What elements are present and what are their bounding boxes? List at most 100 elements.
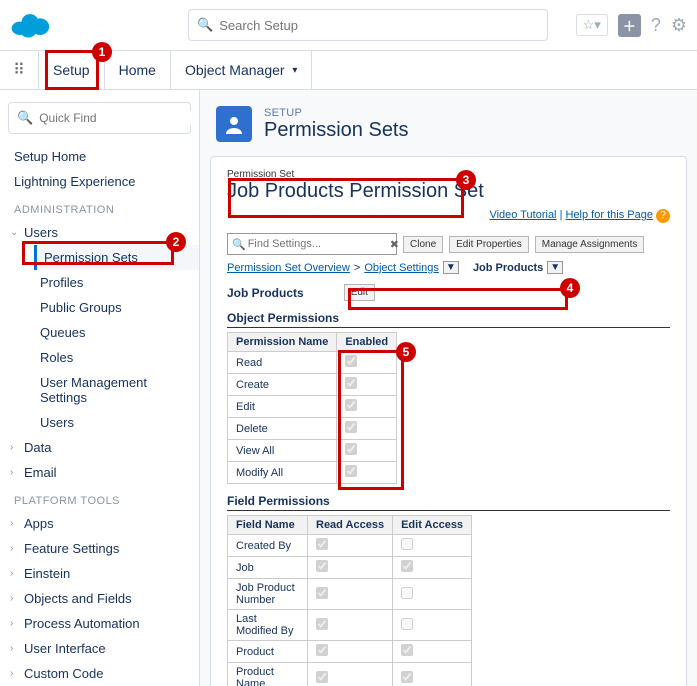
tab-home[interactable]: Home: [105, 51, 171, 89]
page-banner: SETUP Permission Sets: [200, 90, 697, 156]
table-row: Job Product Number: [228, 579, 472, 610]
checkbox: [345, 377, 357, 389]
col-read: Read Access: [308, 516, 393, 535]
checkbox: [345, 421, 357, 433]
tab-object-manager[interactable]: Object Manager ▾: [171, 51, 312, 89]
crumb-overview[interactable]: Permission Set Overview: [227, 262, 350, 274]
tab-setup[interactable]: Setup: [38, 51, 105, 89]
sidebar-lightning[interactable]: Lightning Experience: [0, 169, 199, 194]
checkbox: [401, 587, 413, 599]
crumb-object-settings[interactable]: Object Settings: [364, 262, 439, 274]
col-field-name: Field Name: [228, 516, 308, 535]
salesforce-logo-icon: [10, 11, 50, 39]
chevron-right-icon: ›: [10, 593, 24, 604]
checkbox: [401, 671, 413, 683]
add-icon[interactable]: ＋: [618, 14, 641, 37]
checkbox: [316, 644, 328, 656]
checkbox: [345, 443, 357, 455]
page-kicker: SETUP: [264, 107, 409, 119]
chevron-right-icon: ›: [10, 618, 24, 629]
sidebar-item-queues[interactable]: Queues: [34, 320, 199, 345]
checkbox: [401, 644, 413, 656]
sidebar-item-roles[interactable]: Roles: [34, 345, 199, 370]
record-type-label: Permission Set: [227, 169, 670, 180]
table-row: View All: [228, 440, 397, 462]
table-row: Job: [228, 557, 472, 579]
clone-button[interactable]: Clone: [403, 236, 443, 253]
sidebar-item-users-sub[interactable]: Users: [34, 410, 199, 435]
chevron-right-icon: ›: [10, 442, 24, 453]
checkbox: [316, 560, 328, 572]
edit-properties-button[interactable]: Edit Properties: [449, 236, 529, 253]
checkbox: [345, 355, 357, 367]
chevron-down-icon: ▾: [292, 65, 297, 76]
help-page-link[interactable]: Help for this Page: [566, 209, 653, 221]
setup-sidebar: 🔍 Setup Home Lightning Experience ADMINI…: [0, 90, 200, 686]
object-permissions-table: Permission NameEnabled ReadCreateEditDel…: [227, 332, 397, 484]
find-settings-input[interactable]: [248, 238, 390, 250]
quick-find[interactable]: 🔍: [8, 102, 191, 134]
chevron-right-icon: ›: [10, 668, 24, 679]
object-dropdown[interactable]: ▼: [547, 261, 563, 274]
chevron-right-icon: ›: [10, 568, 24, 579]
detail-panel: Permission Set Job Products Permission S…: [210, 156, 687, 686]
sidebar-setup-home[interactable]: Setup Home: [0, 144, 199, 169]
help-icon[interactable]: ?: [656, 209, 670, 223]
table-row: Product: [228, 641, 472, 663]
sidebar-item-data[interactable]: ›Data: [0, 435, 199, 460]
gear-icon[interactable]: ⚙: [671, 15, 687, 36]
search-icon: 🔍: [232, 238, 246, 251]
edit-button[interactable]: Edit: [344, 284, 375, 301]
sidebar-item-objects-and-fields[interactable]: ›Objects and Fields: [0, 586, 199, 611]
app-launcher-icon[interactable]: ⠿: [0, 51, 38, 89]
crumb-object: Job Products: [473, 262, 543, 274]
record-name: Job Products Permission Set: [227, 180, 670, 203]
sidebar-item-users[interactable]: ⌄Users: [0, 220, 199, 245]
video-tutorial-link[interactable]: Video Tutorial: [489, 209, 556, 221]
sidebar-item-feature-settings[interactable]: ›Feature Settings: [0, 536, 199, 561]
manage-assignments-button[interactable]: Manage Assignments: [535, 236, 645, 253]
object-heading: Job Products: [227, 286, 304, 300]
sidebar-item-custom-code[interactable]: ›Custom Code: [0, 661, 199, 686]
search-icon: 🔍: [17, 110, 33, 126]
sidebar-item-einstein[interactable]: ›Einstein: [0, 561, 199, 586]
checkbox: [316, 538, 328, 550]
breadcrumb: Permission Set Overview > Object Setting…: [227, 261, 670, 274]
sidebar-admin-header: ADMINISTRATION: [0, 194, 199, 220]
find-settings[interactable]: 🔍 ✖: [227, 233, 397, 255]
sidebar-item-email[interactable]: ›Email: [0, 460, 199, 485]
sidebar-item-process-automation[interactable]: ›Process Automation: [0, 611, 199, 636]
chevron-down-icon: ⌄: [10, 227, 24, 238]
sidebar-item-permission-sets[interactable]: Permission Sets: [34, 245, 199, 270]
favorites-icon[interactable]: ☆▾: [576, 14, 608, 36]
checkbox: [316, 618, 328, 630]
help-links: Video Tutorial | Help for this Page ?: [227, 209, 670, 223]
field-permissions-header: Field Permissions: [227, 494, 670, 511]
chevron-right-icon: ›: [10, 518, 24, 529]
sidebar-item-user-mgmt[interactable]: User Management Settings: [34, 370, 199, 410]
sidebar-item-user-interface[interactable]: ›User Interface: [0, 636, 199, 661]
col-enabled: Enabled: [337, 333, 397, 352]
checkbox: [345, 399, 357, 411]
clear-icon[interactable]: ✖: [390, 238, 399, 251]
sidebar-item-profiles[interactable]: Profiles: [34, 270, 199, 295]
global-search-input[interactable]: [219, 18, 539, 33]
help-icon[interactable]: ?: [651, 15, 661, 36]
table-row: Delete: [228, 418, 397, 440]
col-edit: Edit Access: [393, 516, 472, 535]
object-settings-dropdown[interactable]: ▼: [443, 261, 459, 274]
table-row: Read: [228, 352, 397, 374]
chevron-right-icon: ›: [10, 543, 24, 554]
sidebar-item-apps[interactable]: ›Apps: [0, 511, 199, 536]
table-row: Create: [228, 374, 397, 396]
checkbox: [401, 618, 413, 630]
user-icon: [216, 106, 252, 142]
table-row: Edit: [228, 396, 397, 418]
chevron-right-icon: ›: [10, 467, 24, 478]
checkbox: [316, 671, 328, 683]
search-icon: 🔍: [197, 17, 213, 33]
chevron-right-icon: ›: [10, 643, 24, 654]
quick-find-input[interactable]: [39, 111, 194, 125]
sidebar-item-public-groups[interactable]: Public Groups: [34, 295, 199, 320]
global-search[interactable]: 🔍: [188, 9, 548, 41]
